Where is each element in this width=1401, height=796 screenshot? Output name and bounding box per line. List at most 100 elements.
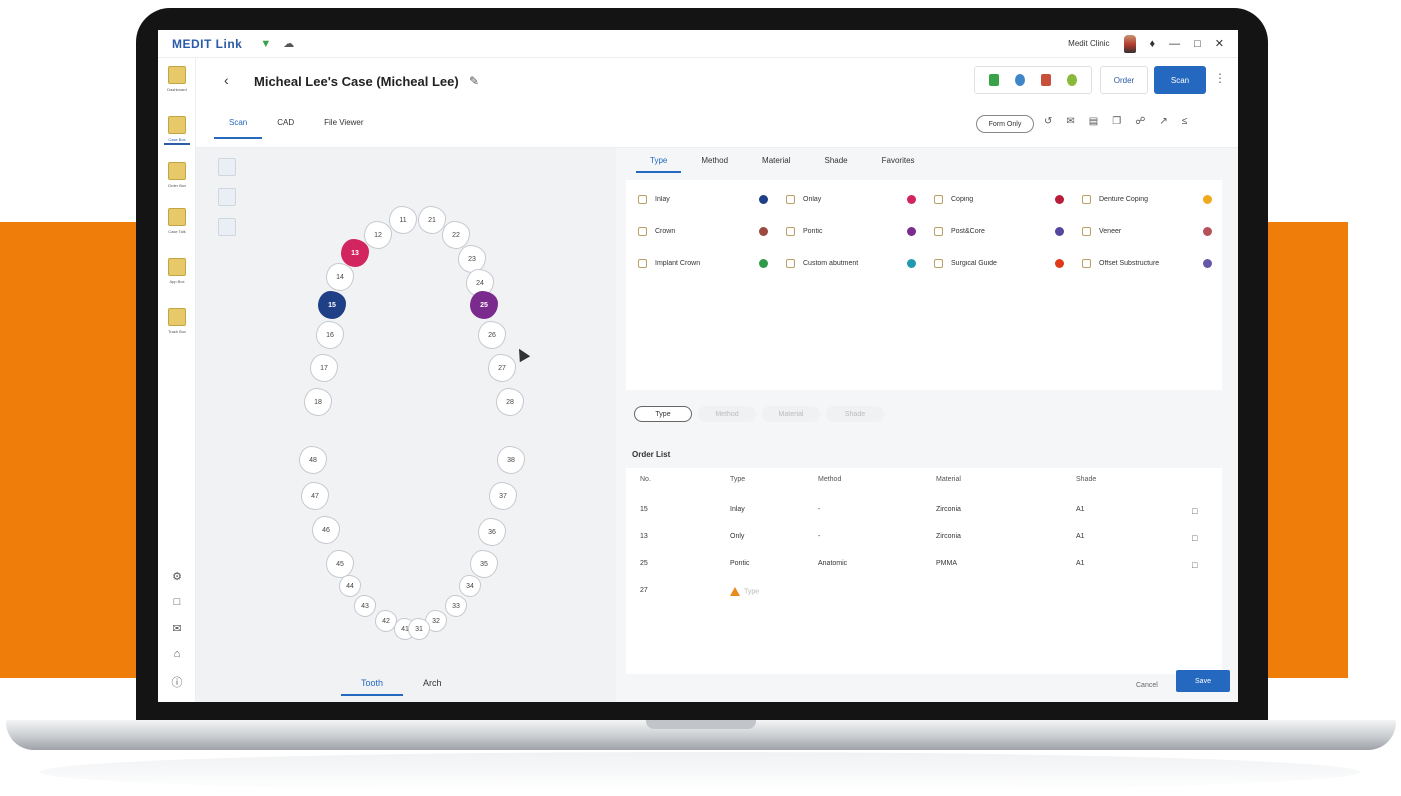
tooth-14[interactable]: 14 bbox=[326, 263, 354, 291]
main-tab[interactable]: File Viewer bbox=[309, 118, 378, 139]
tooth-31[interactable]: 31 bbox=[408, 618, 430, 640]
lower-jaw-view-icon[interactable] bbox=[218, 188, 236, 206]
tooth-46[interactable]: 46 bbox=[312, 516, 340, 544]
edit-icon[interactable]: ✎ bbox=[469, 74, 479, 88]
step-chip[interactable]: Type bbox=[634, 406, 692, 422]
tooth-12[interactable]: 12 bbox=[364, 221, 392, 249]
upper-jaw-view-icon[interactable] bbox=[218, 158, 236, 176]
cancel-button[interactable]: Cancel bbox=[1136, 682, 1158, 689]
tooth-27[interactable]: 27 bbox=[488, 354, 516, 382]
type-option[interactable]: Offset Substructure bbox=[1076, 252, 1218, 274]
type-option[interactable]: Surgical Guide bbox=[928, 252, 1070, 274]
save-button[interactable]: Save bbox=[1176, 670, 1230, 692]
form-only-button[interactable]: Form Only bbox=[976, 115, 1034, 133]
tooth-11[interactable]: 11 bbox=[389, 206, 417, 234]
type-option[interactable]: Custom abutment bbox=[780, 252, 922, 274]
prosthesis-tab[interactable]: Favorites bbox=[868, 152, 929, 173]
prosthesis-tab[interactable]: Method bbox=[687, 152, 742, 173]
tooth-35[interactable]: 35 bbox=[470, 550, 498, 578]
tooth-47[interactable]: 47 bbox=[301, 482, 329, 510]
table-row[interactable]: 13 Only - Zirconia A1 □ bbox=[626, 533, 1222, 543]
prosthesis-type-icon bbox=[638, 226, 647, 236]
tooth-18[interactable]: 18 bbox=[304, 388, 332, 416]
type-placeholder[interactable]: Type bbox=[744, 588, 759, 595]
type-option[interactable]: Inlay bbox=[632, 188, 774, 210]
tooth-17[interactable]: 17 bbox=[310, 354, 338, 382]
folder-icon[interactable]: □ bbox=[169, 596, 185, 608]
home-icon[interactable]: ⌂ bbox=[169, 648, 185, 660]
sidebar-item[interactable]: App Box bbox=[162, 258, 192, 284]
sidebar-item[interactable]: Dashboard bbox=[162, 66, 192, 92]
tooth-36[interactable]: 36 bbox=[478, 518, 506, 546]
trash-icon[interactable]: □ bbox=[1192, 533, 1197, 543]
share-icon[interactable]: ≤ bbox=[1182, 116, 1188, 127]
prosthesis-tab[interactable]: Shade bbox=[810, 152, 861, 173]
minimize-icon[interactable]: — bbox=[1169, 38, 1180, 50]
more-icon[interactable]: ⋮ bbox=[1214, 71, 1226, 85]
type-option[interactable]: Coping bbox=[928, 188, 1070, 210]
sidebar-item[interactable]: Case Talk bbox=[162, 208, 192, 234]
tooth-38[interactable]: 38 bbox=[497, 446, 525, 474]
table-row[interactable]: 25 Pontic Anatomic PMMA A1 □ bbox=[626, 560, 1222, 570]
mail-icon[interactable]: ✉ bbox=[1066, 116, 1074, 127]
arch-tab[interactable]: Tooth bbox=[341, 678, 404, 696]
back-icon[interactable]: ‹ bbox=[224, 72, 229, 88]
type-option[interactable]: Denture Coping bbox=[1076, 188, 1218, 210]
scan-app-icon[interactable] bbox=[989, 74, 999, 86]
history-icon[interactable]: ↺ bbox=[1044, 116, 1052, 127]
tooth-33[interactable]: 33 bbox=[445, 595, 467, 617]
step-chip[interactable]: Shade bbox=[826, 406, 884, 422]
tooth-37[interactable]: 37 bbox=[489, 482, 517, 510]
wifi-icon[interactable]: ▼ bbox=[260, 38, 271, 50]
tooth-15[interactable]: 15 bbox=[318, 291, 346, 319]
tooth-26[interactable]: 26 bbox=[478, 321, 506, 349]
bell-icon[interactable]: ♦ bbox=[1150, 38, 1156, 50]
trash-icon[interactable]: □ bbox=[1192, 506, 1197, 516]
tooth-48[interactable]: 48 bbox=[299, 446, 327, 474]
sidebar-item[interactable]: Order Box bbox=[162, 162, 192, 188]
cad-app-icon[interactable] bbox=[1067, 74, 1077, 86]
main-tab[interactable]: Scan bbox=[214, 118, 263, 139]
maximize-icon[interactable]: □ bbox=[1194, 38, 1201, 50]
trash-icon[interactable]: □ bbox=[1192, 560, 1197, 570]
tooth-45[interactable]: 45 bbox=[326, 550, 354, 578]
attach-icon[interactable]: ☍ bbox=[1135, 116, 1145, 127]
tooth-34[interactable]: 34 bbox=[459, 575, 481, 597]
prosthesis-tab[interactable]: Material bbox=[748, 152, 804, 173]
sidebar-item[interactable]: Trash Box bbox=[162, 308, 192, 334]
tooth-16[interactable]: 16 bbox=[316, 321, 344, 349]
design-app-icon[interactable] bbox=[1041, 74, 1051, 86]
step-chip[interactable]: Material bbox=[762, 406, 820, 422]
close-icon[interactable]: ✕ bbox=[1215, 37, 1224, 50]
viewer-app-icon[interactable] bbox=[1015, 74, 1025, 86]
megaphone-icon[interactable]: ✉ bbox=[169, 622, 185, 635]
arch-tab[interactable]: Arch bbox=[403, 678, 462, 696]
both-jaws-view-icon[interactable] bbox=[218, 218, 236, 236]
table-row[interactable]: 15 Inlay - Zirconia A1 □ bbox=[626, 506, 1222, 516]
tooth-28[interactable]: 28 bbox=[496, 388, 524, 416]
settings-icon[interactable]: ⚙ bbox=[169, 570, 185, 583]
sidebar-item[interactable]: Case Box bbox=[162, 116, 192, 145]
prosthesis-tab[interactable]: Type bbox=[636, 152, 682, 173]
scan-button[interactable]: Scan bbox=[1154, 66, 1206, 94]
order-button[interactable]: Order bbox=[1100, 66, 1148, 94]
tooth-43[interactable]: 43 bbox=[354, 595, 376, 617]
copy-icon[interactable]: ❐ bbox=[1112, 116, 1121, 127]
tooth-44[interactable]: 44 bbox=[339, 575, 361, 597]
type-option[interactable]: Onlay bbox=[780, 188, 922, 210]
export-icon[interactable]: ↗ bbox=[1159, 116, 1167, 127]
type-option[interactable]: Post&Core bbox=[928, 220, 1070, 242]
type-option[interactable]: Implant Crown bbox=[632, 252, 774, 274]
type-option[interactable]: Crown bbox=[632, 220, 774, 242]
main-tab[interactable]: CAD bbox=[262, 118, 309, 139]
type-option[interactable]: Pontic bbox=[780, 220, 922, 242]
step-chip[interactable]: Method bbox=[698, 406, 756, 422]
table-row[interactable]: 27 Type bbox=[626, 587, 1222, 596]
type-option[interactable]: Veneer bbox=[1076, 220, 1218, 242]
info-icon[interactable]: ⓘ bbox=[169, 674, 185, 690]
avatar[interactable] bbox=[1123, 34, 1136, 53]
tooth-25[interactable]: 25 bbox=[470, 291, 498, 319]
cloud-icon[interactable]: ☁ bbox=[283, 37, 294, 50]
clipboard-icon[interactable]: ▤ bbox=[1089, 116, 1098, 127]
tooth-13[interactable]: 13 bbox=[341, 239, 369, 267]
